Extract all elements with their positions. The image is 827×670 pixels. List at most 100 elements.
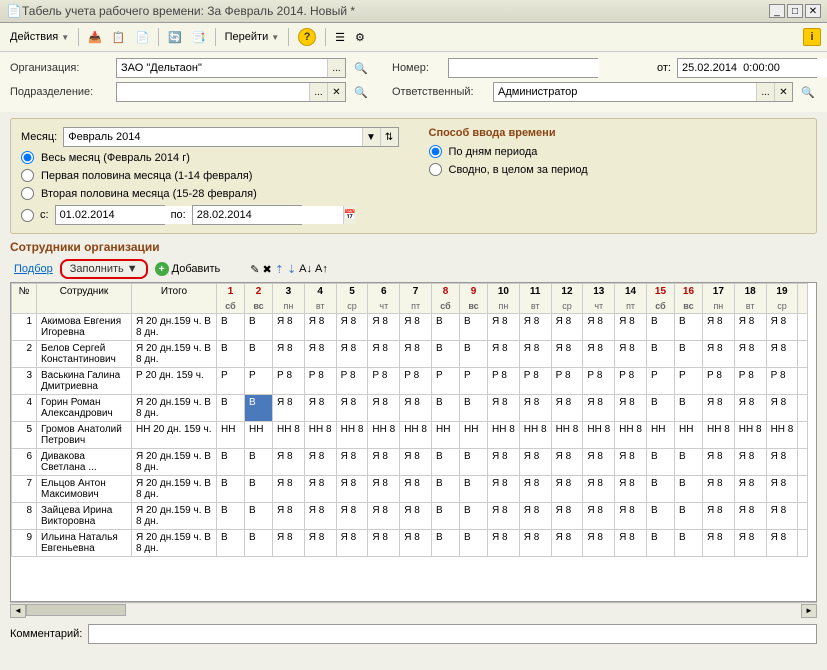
time-cell[interactable]: Р <box>245 368 273 395</box>
scroll-right-icon[interactable]: ► <box>801 604 817 618</box>
time-cell[interactable]: В <box>646 395 674 422</box>
time-cell[interactable]: Я 8 <box>487 341 519 368</box>
minimize-button[interactable]: _ <box>769 4 785 18</box>
time-cell[interactable]: Я 8 <box>583 395 615 422</box>
time-cell[interactable]: В <box>245 341 273 368</box>
close-button[interactable]: ✕ <box>805 4 821 18</box>
time-cell[interactable]: НН 8 <box>336 422 368 449</box>
resp-clear-button[interactable]: ✕ <box>774 83 792 101</box>
time-cell[interactable]: Я 8 <box>336 341 368 368</box>
time-cell[interactable]: Я 8 <box>734 395 766 422</box>
time-cell[interactable]: Р 8 <box>615 368 647 395</box>
radio-full-month[interactable] <box>21 151 34 164</box>
scroll-thumb[interactable] <box>26 604 126 616</box>
table-row[interactable]: 2Белов Сергей КонстантиновичЯ 20 дн.159 … <box>12 341 808 368</box>
time-cell[interactable]: Я 8 <box>304 530 336 557</box>
goto-menu[interactable]: Перейти ▼ <box>221 29 284 45</box>
time-cell[interactable]: Я 8 <box>583 476 615 503</box>
time-cell[interactable]: В <box>674 314 702 341</box>
time-cell[interactable]: Р <box>674 368 702 395</box>
time-cell[interactable]: НН <box>459 422 487 449</box>
info-icon[interactable]: i <box>803 28 821 46</box>
table-row[interactable]: 3Васькина Галина ДмитриевнаР 20 дн. 159 … <box>12 368 808 395</box>
org-input[interactable] <box>117 59 327 77</box>
month-dropdown-button[interactable]: ▼ <box>362 128 380 146</box>
time-cell[interactable]: Р <box>217 368 245 395</box>
copy-icon[interactable]: 📑 <box>188 29 210 46</box>
time-cell[interactable]: Я 8 <box>336 314 368 341</box>
time-cell[interactable]: Я 8 <box>702 395 734 422</box>
time-cell[interactable]: В <box>431 314 459 341</box>
time-cell[interactable]: В <box>431 395 459 422</box>
comment-input[interactable] <box>89 625 816 643</box>
time-cell[interactable]: Я 8 <box>702 341 734 368</box>
time-cell[interactable]: В <box>646 530 674 557</box>
time-cell[interactable]: Я 8 <box>273 503 305 530</box>
time-cell[interactable]: Р 8 <box>551 368 583 395</box>
time-cell[interactable]: Я 8 <box>583 530 615 557</box>
time-cell[interactable]: В <box>459 476 487 503</box>
time-cell[interactable]: В <box>674 341 702 368</box>
time-cell[interactable]: Я 8 <box>368 395 400 422</box>
time-cell[interactable]: Р 8 <box>583 368 615 395</box>
time-cell[interactable]: НН 8 <box>734 422 766 449</box>
save-icon[interactable]: 📥 <box>84 29 106 46</box>
sort-asc-icon[interactable]: A↓ <box>299 263 312 275</box>
time-cell[interactable]: В <box>674 530 702 557</box>
time-cell[interactable]: В <box>217 476 245 503</box>
time-cell[interactable]: Я 8 <box>766 503 798 530</box>
time-cell[interactable]: В <box>646 341 674 368</box>
maximize-button[interactable]: □ <box>787 4 803 18</box>
table-row[interactable]: 7Ельцов Антон МаксимовичЯ 20 дн.159 ч. В… <box>12 476 808 503</box>
time-cell[interactable]: В <box>431 530 459 557</box>
edit-icon[interactable]: ✎ <box>250 263 259 276</box>
horizontal-scrollbar[interactable]: ◄ ► <box>10 602 817 618</box>
time-cell[interactable]: Я 8 <box>766 341 798 368</box>
move-down-icon[interactable]: ⇣ <box>287 263 296 276</box>
time-cell[interactable]: Р 8 <box>368 368 400 395</box>
time-cell[interactable]: В <box>646 503 674 530</box>
scroll-left-icon[interactable]: ◄ <box>10 604 26 618</box>
time-cell[interactable]: НН <box>245 422 273 449</box>
time-cell[interactable]: Я 8 <box>519 449 551 476</box>
time-cell[interactable]: Я 8 <box>400 476 432 503</box>
undo-icon[interactable]: 📄 <box>132 29 154 46</box>
time-cell[interactable]: Я 8 <box>400 341 432 368</box>
resp-search-icon[interactable]: 🔍 <box>799 82 817 102</box>
time-cell[interactable]: Я 8 <box>551 530 583 557</box>
delete-icon[interactable]: ✖ <box>263 263 272 276</box>
time-cell[interactable]: НН 8 <box>368 422 400 449</box>
time-cell[interactable]: Я 8 <box>615 476 647 503</box>
time-cell[interactable]: Я 8 <box>519 341 551 368</box>
time-cell[interactable]: Я 8 <box>519 395 551 422</box>
time-cell[interactable]: Р 8 <box>336 368 368 395</box>
time-cell[interactable]: Я 8 <box>551 341 583 368</box>
time-cell[interactable]: В <box>674 395 702 422</box>
time-cell[interactable]: НН 8 <box>519 422 551 449</box>
actions-menu[interactable]: Действия ▼ <box>6 29 73 45</box>
table-row[interactable]: 8Зайцева Ирина ВикторовнаЯ 20 дн.159 ч. … <box>12 503 808 530</box>
time-cell[interactable]: НН 8 <box>273 422 305 449</box>
time-cell[interactable]: Я 8 <box>734 503 766 530</box>
radio-summary[interactable] <box>429 163 442 176</box>
radio-first-half[interactable] <box>21 169 34 182</box>
time-cell[interactable]: НН 8 <box>766 422 798 449</box>
time-cell[interactable]: Р 8 <box>702 368 734 395</box>
table-row[interactable]: 1Акимова Евгения ИгоревнаЯ 20 дн.159 ч. … <box>12 314 808 341</box>
time-cell[interactable]: Р <box>431 368 459 395</box>
org-search-icon[interactable]: 🔍 <box>352 58 370 78</box>
time-cell[interactable]: Р 8 <box>304 368 336 395</box>
time-cell[interactable]: В <box>459 530 487 557</box>
time-cell[interactable]: НН 8 <box>400 422 432 449</box>
time-cell[interactable]: Я 8 <box>583 503 615 530</box>
time-cell[interactable]: В <box>646 449 674 476</box>
time-cell[interactable]: В <box>245 314 273 341</box>
time-cell[interactable]: Я 8 <box>273 449 305 476</box>
time-cell[interactable]: В <box>674 503 702 530</box>
time-cell[interactable]: Р 8 <box>519 368 551 395</box>
dept-clear-button[interactable]: ✕ <box>327 83 345 101</box>
time-cell[interactable]: Я 8 <box>368 530 400 557</box>
time-cell[interactable]: Р 8 <box>487 368 519 395</box>
time-cell[interactable]: Я 8 <box>336 530 368 557</box>
post-icon[interactable]: 📋 <box>108 29 130 46</box>
